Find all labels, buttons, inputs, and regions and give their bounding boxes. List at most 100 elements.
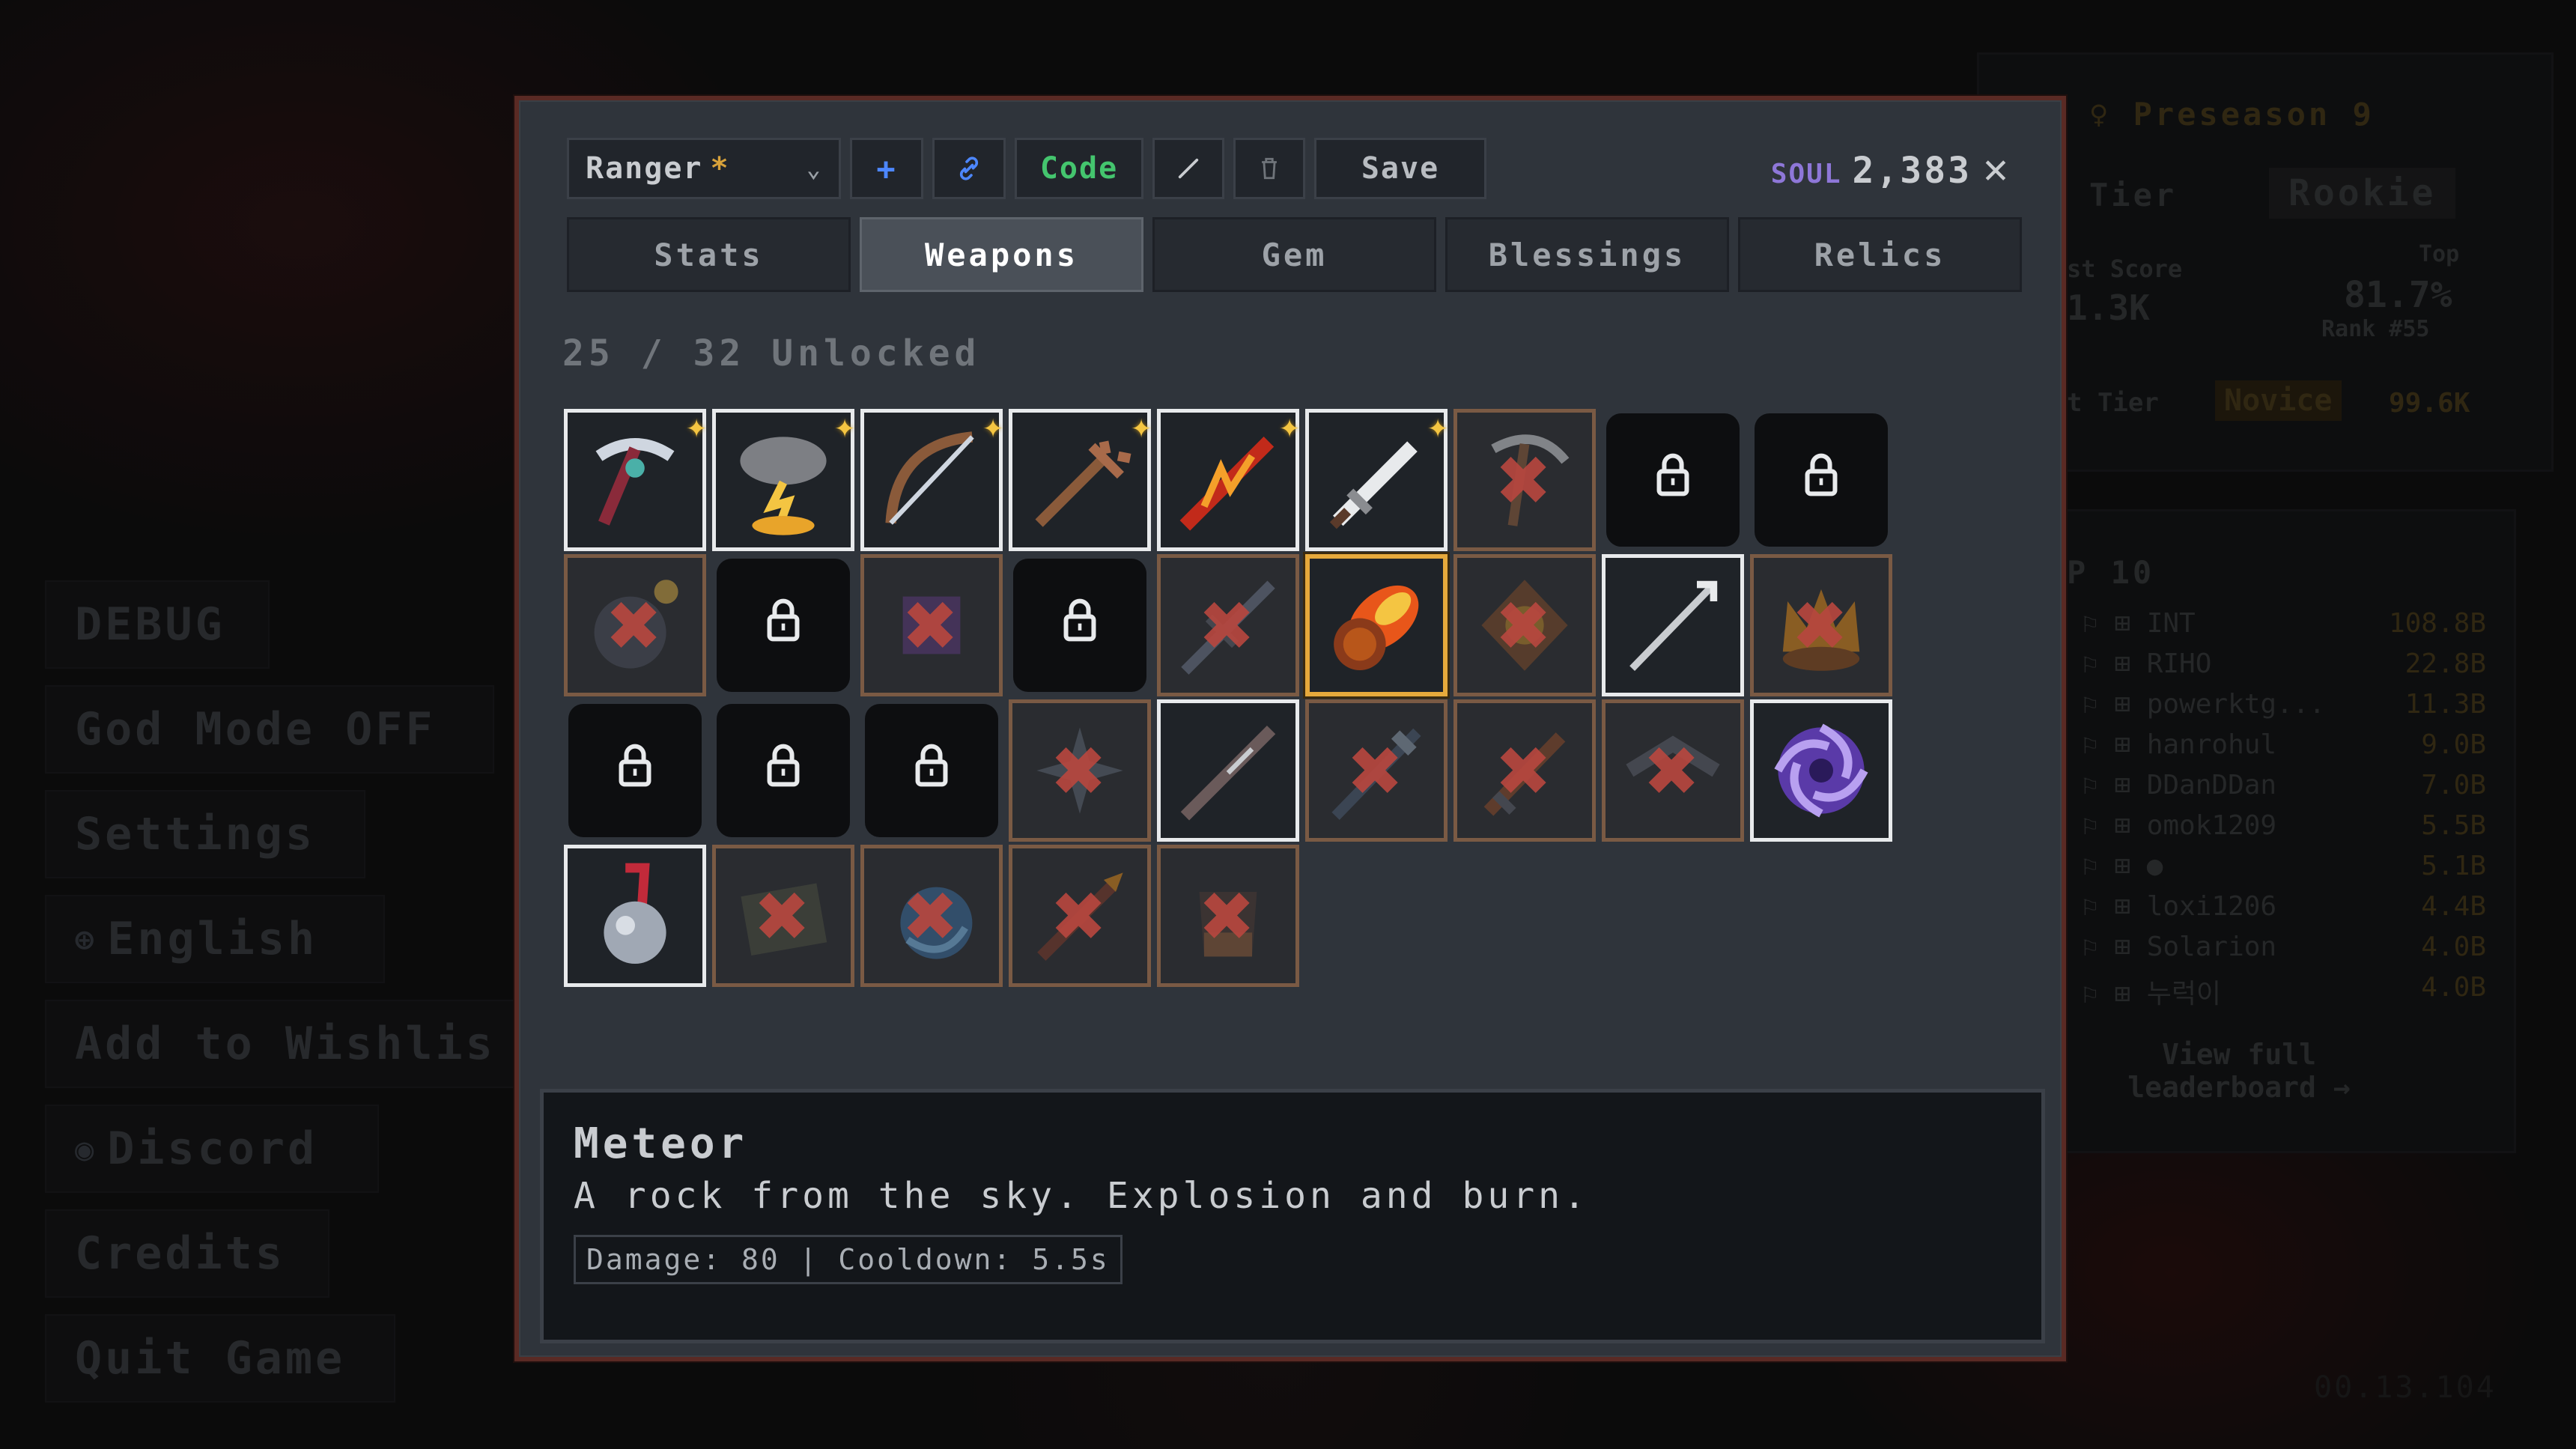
lock-icon: [911, 743, 953, 798]
potion-icon: [575, 856, 695, 976]
pickaxe-icon: [575, 420, 695, 540]
lock-icon: [762, 743, 804, 798]
link-button[interactable]: [932, 138, 1006, 199]
pencil-icon: [1178, 158, 1199, 179]
close-icon[interactable]: ✕: [1976, 148, 2015, 190]
unlocked-count: 25 / 32 Unlocked: [562, 332, 981, 374]
weapon-slot[interactable]: [1602, 554, 1744, 696]
delete-button[interactable]: [1233, 138, 1305, 199]
preset-modified-star: *: [710, 151, 730, 186]
tab-blessings[interactable]: Blessings: [1445, 217, 1729, 292]
weapon-slot[interactable]: ✖: [564, 554, 706, 696]
trident-icon: [1020, 420, 1140, 540]
weapon-slot[interactable]: ✦: [564, 405, 707, 551]
weapon-slot[interactable]: ✦: [1157, 405, 1300, 551]
staff-icon: [1168, 711, 1288, 830]
weapon-slot[interactable]: [712, 554, 854, 696]
not-owned-x-icon: ✖: [1793, 573, 1849, 678]
weapon-grid: ✦ ✦ ✦ ✦ ✦ ✦ ✖ ✖ ✖ ✖ ✖ ✖ ✖ ✖ ✖ ✖ ✖ ✖ ✖ ✖: [564, 405, 2017, 1128]
weapon-slot[interactable]: ✦: [1009, 405, 1152, 551]
preset-select[interactable]: Ranger * ⌄: [567, 138, 841, 199]
not-owned-x-icon: ✖: [756, 863, 811, 968]
not-owned-x-icon: ✖: [1052, 718, 1108, 823]
star-icon: ✦: [834, 405, 855, 446]
link-icon: [959, 157, 979, 180]
arrow-icon: [1613, 565, 1733, 685]
weapon-name: Meteor: [574, 1120, 748, 1168]
weapon-slot[interactable]: [564, 845, 706, 987]
weapon-slot[interactable]: [1157, 699, 1299, 842]
weapon-slot[interactable]: ✖: [1750, 554, 1892, 696]
not-owned-x-icon: ✖: [1497, 428, 1552, 532]
weapon-slot[interactable]: ✖: [1453, 409, 1596, 551]
soul-value: 2,383: [1852, 150, 1972, 192]
meteor-icon: [1317, 566, 1436, 684]
weapon-slot[interactable]: [564, 699, 706, 842]
not-owned-x-icon: ✖: [1349, 718, 1404, 823]
weapon-slot[interactable]: ✖: [1305, 699, 1448, 842]
weapon-slot[interactable]: ✖: [1453, 699, 1596, 842]
weapon-stats: Damage: 80 | Cooldown: 5.5s: [574, 1235, 1123, 1284]
tab-stats[interactable]: Stats: [567, 217, 851, 292]
loadout-toolbar: Ranger * ⌄ + Code Save: [567, 138, 1486, 199]
not-owned-x-icon: ✖: [1497, 718, 1552, 823]
add-preset-button[interactable]: +: [850, 138, 923, 199]
rename-button[interactable]: [1152, 138, 1224, 199]
star-icon: ✦: [1427, 405, 1448, 446]
weapon-slot[interactable]: ✦: [860, 405, 1003, 551]
loadout-tabs: Stats Weapons Gem Blessings Relics: [567, 217, 2022, 292]
weapon-slot[interactable]: ✖: [1157, 554, 1299, 696]
star-icon: ✦: [686, 405, 707, 446]
not-owned-x-icon: ✖: [1200, 863, 1256, 968]
weapon-slot[interactable]: ✦: [712, 405, 855, 551]
lock-icon: [614, 743, 656, 798]
weapon-description: A rock from the sky. Explosion and burn.: [574, 1175, 1589, 1217]
code-label: Code: [1039, 151, 1119, 186]
save-button[interactable]: Save: [1314, 138, 1486, 199]
weapon-slot[interactable]: ✖: [1453, 554, 1596, 696]
weapon-slot[interactable]: ✖: [1009, 845, 1151, 987]
weapon-slot[interactable]: [1009, 554, 1151, 696]
weapon-slot[interactable]: [712, 699, 854, 842]
loadout-modal: Ranger * ⌄ + Code Save SOUL 2,383 ✕ Stats…: [514, 96, 2066, 1361]
weapon-slot[interactable]: [1750, 409, 1892, 551]
star-icon: ✦: [1131, 405, 1152, 446]
bow-icon: [872, 420, 991, 540]
tab-weapons[interactable]: Weapons: [860, 217, 1143, 292]
sword-icon: [1316, 420, 1436, 540]
not-owned-x-icon: ✖: [1497, 573, 1552, 678]
tab-relics[interactable]: Relics: [1738, 217, 2022, 292]
trash-icon: [1262, 157, 1277, 180]
star-icon: ✦: [1279, 405, 1300, 446]
chevron-down-icon: ⌄: [806, 154, 822, 183]
lock-icon: [1652, 452, 1694, 508]
tab-gem[interactable]: Gem: [1152, 217, 1436, 292]
lock-icon: [1059, 598, 1101, 653]
plus-icon: +: [876, 150, 897, 187]
weapon-slot[interactable]: ✖: [1009, 699, 1151, 842]
weapon-slot[interactable]: [1305, 554, 1448, 696]
save-label: Save: [1361, 151, 1440, 186]
weapon-slot[interactable]: ✖: [860, 845, 1003, 987]
weapon-slot[interactable]: [860, 699, 1003, 842]
not-owned-x-icon: ✖: [1052, 863, 1108, 968]
vortex-icon: [1761, 711, 1881, 830]
weapon-slot[interactable]: ✖: [1602, 699, 1744, 842]
weapon-slot[interactable]: [1750, 699, 1892, 842]
weapon-slot[interactable]: [1602, 409, 1744, 551]
star-icon: ✦: [982, 405, 1003, 446]
code-button[interactable]: Code: [1015, 138, 1143, 199]
weapon-slot[interactable]: ✖: [860, 554, 1003, 696]
soul-counter: SOUL 2,383: [1771, 150, 1972, 192]
weapon-info-panel: Meteor A rock from the sky. Explosion an…: [540, 1089, 2045, 1343]
preset-name: Ranger: [586, 151, 703, 186]
not-owned-x-icon: ✖: [1200, 573, 1256, 678]
weapon-slot[interactable]: ✖: [712, 845, 854, 987]
soul-label: SOUL: [1770, 159, 1842, 189]
not-owned-x-icon: ✖: [904, 863, 959, 968]
lock-icon: [762, 598, 804, 653]
lock-icon: [1800, 452, 1842, 508]
storm-cloud-icon: [723, 420, 843, 540]
weapon-slot[interactable]: ✦: [1305, 405, 1448, 551]
weapon-slot[interactable]: ✖: [1157, 845, 1299, 987]
